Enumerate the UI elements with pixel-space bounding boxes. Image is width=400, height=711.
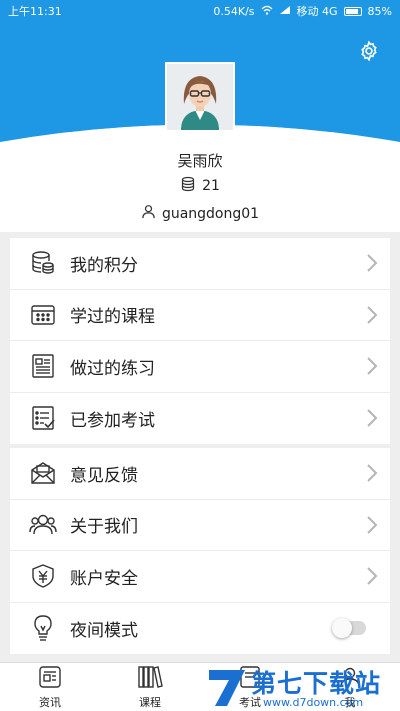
menu-label: 账户安全 bbox=[70, 568, 138, 589]
user-icon bbox=[141, 204, 156, 223]
tab-news[interactable]: 资讯 bbox=[0, 663, 100, 711]
net-speed: 0.54K/s bbox=[213, 4, 255, 18]
document-icon bbox=[28, 351, 58, 381]
account-name: guangdong01 bbox=[161, 205, 260, 222]
avatar[interactable] bbox=[165, 62, 235, 132]
chevron-right-icon bbox=[354, 408, 390, 428]
me-icon bbox=[338, 665, 362, 694]
menu-item-exams-taken[interactable]: 已参加考试 bbox=[10, 393, 390, 445]
checklist-icon bbox=[28, 403, 58, 433]
menu-label: 我的积分 bbox=[70, 255, 138, 276]
tab-label: 资讯 bbox=[39, 695, 61, 709]
news-icon bbox=[38, 665, 62, 694]
users-icon bbox=[28, 510, 58, 540]
wifi-icon bbox=[261, 5, 273, 18]
gear-icon[interactable] bbox=[358, 40, 382, 64]
tab-label: 考试 bbox=[239, 695, 261, 709]
chevron-right-icon bbox=[354, 566, 390, 586]
chevron-right-icon bbox=[354, 463, 390, 483]
profile-header: 吴雨欣 21 guangdong01 bbox=[0, 22, 400, 232]
menu-item-practice[interactable]: 做过的练习 bbox=[10, 341, 390, 393]
menu-item-about[interactable]: 关于我们 bbox=[10, 500, 390, 551]
menu-group-settings: 意见反馈 关于我们 账户安全 夜间模式 bbox=[10, 448, 390, 654]
menu-item-security[interactable]: 账户安全 bbox=[10, 551, 390, 603]
carrier: 移动 4G bbox=[296, 5, 338, 18]
profile-name: 吴雨欣 bbox=[177, 152, 223, 170]
lightbulb-icon bbox=[28, 613, 58, 643]
status-time: 上午11:31 bbox=[8, 5, 62, 18]
calendar-grid-icon bbox=[28, 300, 58, 330]
battery-icon bbox=[343, 6, 362, 16]
night-mode-toggle[interactable] bbox=[332, 618, 366, 639]
mail-icon bbox=[28, 458, 58, 488]
menu-label: 意见反馈 bbox=[70, 465, 138, 486]
chevron-right-icon bbox=[354, 515, 390, 535]
menu-label: 做过的练习 bbox=[70, 358, 155, 379]
menu-label: 学过的课程 bbox=[70, 307, 155, 328]
account-id: guangdong01 bbox=[0, 204, 400, 223]
menu-label: 关于我们 bbox=[70, 517, 138, 538]
chevron-right-icon bbox=[354, 253, 390, 273]
signal-icon bbox=[279, 5, 291, 18]
menu-item-courses[interactable]: 学过的课程 bbox=[10, 290, 390, 341]
books-icon bbox=[137, 665, 163, 694]
menu-item-feedback[interactable]: 意见反馈 bbox=[10, 448, 390, 500]
battery-level: 85% bbox=[367, 4, 392, 18]
exam-icon bbox=[238, 665, 262, 694]
menu-label: 已参加考试 bbox=[70, 410, 155, 431]
coins-icon bbox=[180, 176, 196, 196]
coin-balance: 21 bbox=[0, 176, 400, 196]
tab-exams[interactable]: 考试 bbox=[200, 663, 300, 711]
tab-label: 课程 bbox=[139, 695, 161, 709]
tab-label: 我 bbox=[344, 695, 356, 709]
menu-item-night-mode: 夜间模式 bbox=[10, 603, 390, 655]
chevron-right-icon bbox=[354, 305, 390, 325]
tab-me[interactable]: 我 bbox=[300, 663, 400, 711]
database-icon bbox=[28, 248, 58, 278]
coins-value: 21 bbox=[202, 178, 220, 194]
menu-item-points[interactable]: 我的积分 bbox=[10, 238, 390, 290]
bottom-tab-bar: 资讯 课程 考试 我 bbox=[0, 662, 400, 711]
menu-group-records: 我的积分 学过的课程 做过的练习 已参加考试 bbox=[10, 238, 390, 444]
tab-courses[interactable]: 课程 bbox=[100, 663, 200, 711]
status-bar: 上午11:31 0.54K/s 移动 4G 85% bbox=[0, 0, 400, 22]
chevron-right-icon bbox=[354, 356, 390, 376]
menu-label: 夜间模式 bbox=[70, 620, 138, 641]
shield-yen-icon bbox=[28, 561, 58, 591]
